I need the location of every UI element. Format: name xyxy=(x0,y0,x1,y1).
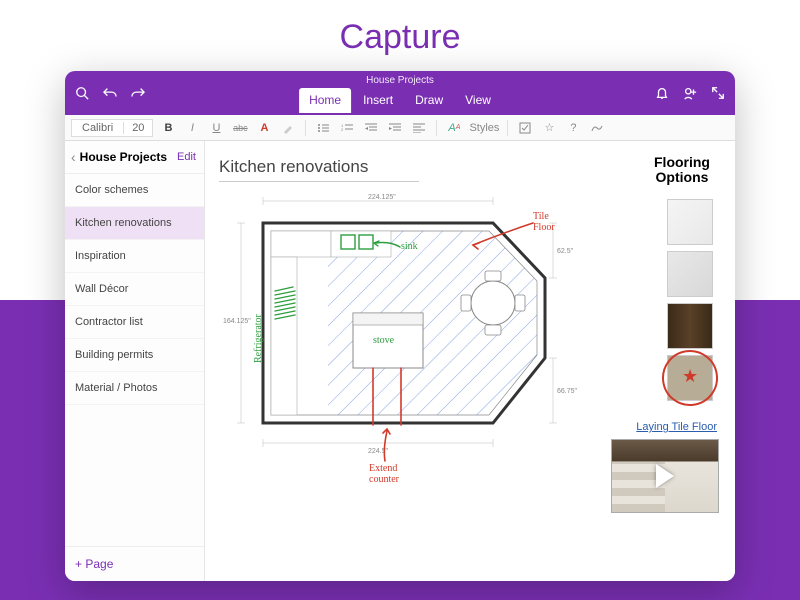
dim-right-lower: 66.75" xyxy=(557,388,578,395)
flooring-heading: Flooring Options xyxy=(647,155,717,186)
ink-label-sink: sink xyxy=(401,241,418,252)
sidebar-header: ‹ House Projects Edit xyxy=(65,141,204,174)
strike-button[interactable]: abc xyxy=(231,119,249,137)
tag-question-button[interactable]: ? xyxy=(564,119,582,137)
note-canvas[interactable]: Kitchen renovations Flooring Options ★ L… xyxy=(205,141,735,581)
tab-view[interactable]: View xyxy=(455,88,501,113)
divider xyxy=(436,120,437,136)
divider xyxy=(305,120,306,136)
indent-button[interactable] xyxy=(386,119,404,137)
main-area: ‹ House Projects Edit Color schemes Kitc… xyxy=(65,141,735,581)
swatch-wood[interactable] xyxy=(667,303,713,349)
tab-insert[interactable]: Insert xyxy=(353,88,403,113)
underline-button[interactable]: U xyxy=(207,119,225,137)
sidebar-item-inspiration[interactable]: Inspiration xyxy=(65,240,204,273)
flooring-swatches: ★ xyxy=(667,199,713,401)
play-icon xyxy=(656,464,674,488)
dim-left: 164.125" xyxy=(223,318,251,325)
hero-heading: Capture xyxy=(0,0,800,71)
page-list: Color schemes Kitchen renovations Inspir… xyxy=(65,174,204,546)
tag-more-button[interactable] xyxy=(588,119,606,137)
todo-button[interactable] xyxy=(516,119,534,137)
italic-button[interactable]: I xyxy=(183,119,201,137)
page-sidebar: ‹ House Projects Edit Color schemes Kitc… xyxy=(65,141,205,581)
edit-button[interactable]: Edit xyxy=(177,151,196,163)
search-icon[interactable] xyxy=(75,86,89,100)
add-page-button[interactable]: + Page xyxy=(65,546,204,581)
bullets-button[interactable] xyxy=(314,119,332,137)
dim-right-upper: 62.5" xyxy=(557,248,574,255)
styles-label[interactable]: Styles xyxy=(469,122,499,134)
video-thumbnail[interactable] xyxy=(611,439,719,513)
font-size: 20 xyxy=(124,122,152,134)
share-icon[interactable] xyxy=(683,86,697,100)
ink-label-refrigerator: Refrigerator xyxy=(253,313,264,363)
sidebar-item-kitchen-renovations[interactable]: Kitchen renovations xyxy=(65,207,204,240)
page-title[interactable]: Kitchen renovations xyxy=(219,157,419,182)
bold-button[interactable]: B xyxy=(159,119,177,137)
swatch-marble[interactable] xyxy=(667,199,713,245)
app-window: House Projects Home Insert Draw View Cal… xyxy=(65,71,735,581)
ink-star-icon: ★ xyxy=(682,366,698,387)
floor-plan: 224.125" 164.125" 62.5" 66.75" 224.5" xyxy=(223,193,583,483)
numbering-button[interactable]: 12 xyxy=(338,119,356,137)
redo-icon[interactable] xyxy=(131,86,145,100)
ink-label-stove: stove xyxy=(373,335,395,346)
back-icon[interactable]: ‹ xyxy=(71,149,80,165)
dim-bottom: 224.5" xyxy=(368,448,389,455)
font-selector[interactable]: Calibri 20 xyxy=(71,119,153,137)
section-title: House Projects xyxy=(80,150,177,164)
outdent-button[interactable] xyxy=(362,119,380,137)
align-button[interactable] xyxy=(410,119,428,137)
ribbon-tabs: Home Insert Draw View xyxy=(299,88,501,113)
ink-label-tile-floor: TileFloor xyxy=(533,211,555,233)
expand-icon[interactable] xyxy=(711,86,725,100)
dim-top: 224.125" xyxy=(368,194,396,201)
tab-draw[interactable]: Draw xyxy=(405,88,453,113)
divider xyxy=(507,120,508,136)
title-bar: House Projects Home Insert Draw View xyxy=(65,71,735,115)
ribbon-toolbar: Calibri 20 B I U abc A 12 AA Styles ☆ ? xyxy=(65,115,735,141)
tab-home[interactable]: Home xyxy=(299,88,351,113)
highlight-button[interactable] xyxy=(279,119,297,137)
document-title: House Projects xyxy=(366,75,434,86)
swatch-tile-selected[interactable]: ★ xyxy=(667,355,713,401)
styles-icon[interactable]: AA xyxy=(445,119,463,137)
sidebar-item-wall-decor[interactable]: Wall Décor xyxy=(65,273,204,306)
font-name: Calibri xyxy=(72,122,124,134)
tag-star-button[interactable]: ☆ xyxy=(540,119,558,137)
svg-text:2: 2 xyxy=(341,127,344,132)
sidebar-item-material-photos[interactable]: Material / Photos xyxy=(65,372,204,405)
swatch-stone[interactable] xyxy=(667,251,713,297)
video-link[interactable]: Laying Tile Floor xyxy=(636,421,717,433)
undo-icon[interactable] xyxy=(103,86,117,100)
ink-label-extend-counter: Extendcounter xyxy=(369,463,400,485)
sidebar-item-color-schemes[interactable]: Color schemes xyxy=(65,174,204,207)
sidebar-item-contractor-list[interactable]: Contractor list xyxy=(65,306,204,339)
sidebar-item-building-permits[interactable]: Building permits xyxy=(65,339,204,372)
font-color-button[interactable]: A xyxy=(255,119,273,137)
bell-icon[interactable] xyxy=(655,86,669,100)
